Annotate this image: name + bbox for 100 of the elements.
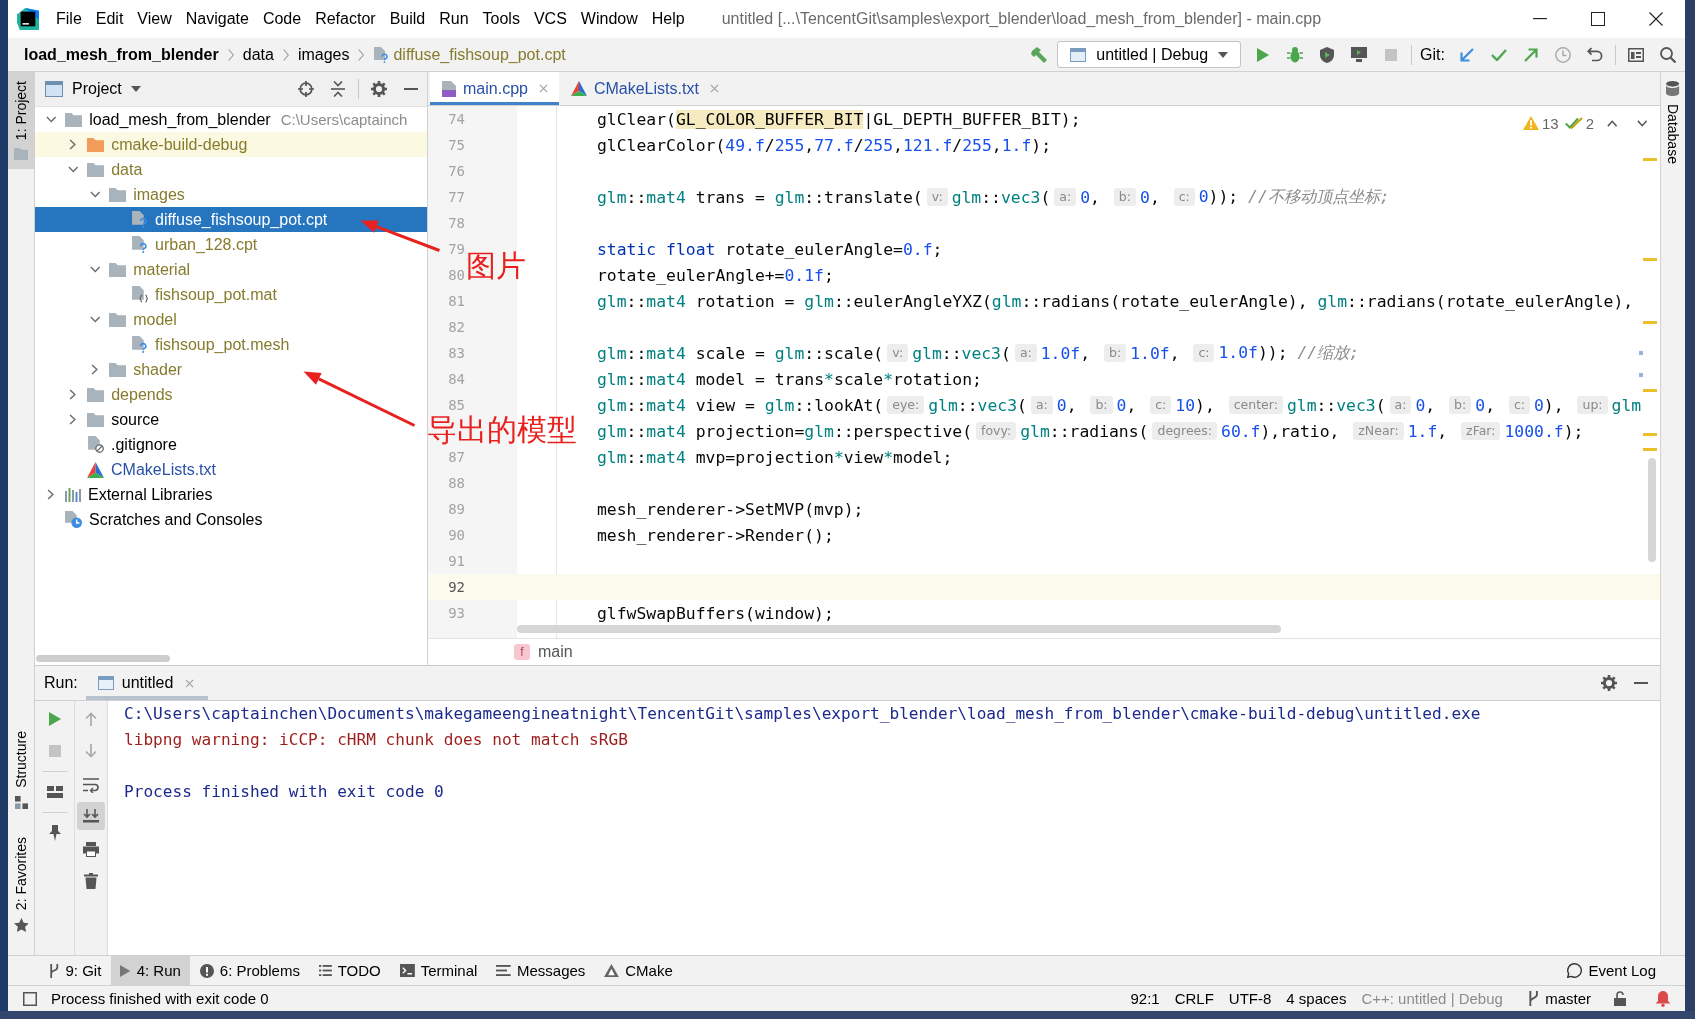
breadcrumb[interactable]: data — [240, 43, 276, 66]
tree-item[interactable]: cmake-build-debug — [35, 132, 427, 157]
menu-item[interactable]: Tools — [475, 6, 527, 32]
arrow-down-left-icon[interactable] — [1460, 47, 1474, 62]
maximize-icon[interactable] — [1591, 12, 1605, 26]
bug-icon[interactable] — [1287, 46, 1304, 63]
chevron-right-icon[interactable] — [69, 139, 77, 150]
tree-item[interactable]: fishsoup_pot.mat — [35, 282, 427, 307]
trash-icon[interactable] — [84, 873, 98, 889]
tree-item[interactable]: data — [35, 157, 427, 182]
chevron-down-icon[interactable] — [89, 266, 101, 273]
editor-tab[interactable]: CMakeLists.txt — [558, 72, 730, 105]
window-layout-icon[interactable] — [1628, 47, 1644, 62]
breadcrumb[interactable]: load_mesh_from_blender — [22, 43, 221, 66]
tool-window-button[interactable]: Event Log — [1558, 956, 1665, 985]
chevron-right-icon[interactable] — [47, 489, 55, 500]
status-item[interactable]: 4 spaces — [1286, 990, 1347, 1007]
tree-item[interactable]: model — [35, 307, 427, 332]
tool-window-button[interactable]: 9: Git — [40, 956, 111, 985]
run-tab[interactable]: untitled — [85, 666, 209, 700]
horizontal-scrollbar[interactable] — [517, 625, 1281, 633]
scroll-to-end-button[interactable] — [77, 802, 105, 830]
checkmark-icon[interactable] — [1491, 48, 1507, 61]
tool-window-button[interactable]: Messages — [487, 956, 595, 985]
tree-item[interactable]: Scratches and Consoles — [35, 507, 427, 532]
breadcrumb[interactable]: images — [295, 43, 352, 66]
layout-icon[interactable] — [46, 786, 63, 798]
settings-icon[interactable] — [371, 81, 387, 97]
caret-down-icon[interactable] — [1636, 119, 1648, 127]
breadcrumb[interactable]: main — [538, 643, 573, 661]
chevron-down-icon[interactable] — [89, 316, 101, 323]
tree-item[interactable]: depends — [35, 382, 427, 407]
tool-window-tab[interactable]: Database — [1661, 72, 1685, 173]
printer-icon[interactable] — [83, 841, 99, 857]
tree-item[interactable]: material — [35, 257, 427, 282]
chevron-right-icon[interactable] — [69, 389, 77, 400]
tool-window-tab[interactable]: Structure — [8, 722, 34, 818]
menu-item[interactable]: View — [130, 6, 179, 32]
tool-window-button[interactable]: TODO — [309, 956, 390, 985]
status-item[interactable]: master — [1527, 990, 1591, 1007]
menu-item[interactable]: Build — [382, 6, 433, 32]
tree-item[interactable]: fishsoup_pot.mesh — [35, 332, 427, 357]
chevron-down-icon[interactable] — [67, 166, 79, 173]
play-icon[interactable] — [48, 712, 61, 726]
vertical-scrollbar[interactable] — [1648, 458, 1656, 562]
menu-item[interactable]: Refactor — [308, 6, 383, 32]
pin-icon[interactable] — [47, 825, 62, 841]
settings-icon[interactable] — [1601, 675, 1617, 691]
tool-window-button[interactable]: 6: Problems — [190, 956, 309, 985]
run-configuration-dropdown[interactable]: untitled | Debug — [1057, 41, 1242, 68]
menu-item[interactable]: Window — [573, 6, 645, 32]
menu-item[interactable]: Help — [644, 6, 692, 32]
padlock-icon[interactable] — [1614, 991, 1626, 1006]
tree-item[interactable]: External Libraries — [35, 482, 427, 507]
editor-tab[interactable]: main.cpp — [430, 72, 559, 105]
soft-wrap-icon[interactable] — [83, 777, 99, 793]
status-item[interactable]: 92:1 — [1130, 990, 1160, 1007]
monitor-icon[interactable] — [1351, 47, 1368, 62]
tree-item[interactable]: diffuse_fishsoup_pot.cpt — [35, 207, 427, 232]
tool-window-button[interactable]: CMake — [595, 956, 682, 985]
shield-icon[interactable] — [1320, 46, 1335, 63]
tool-window-tab[interactable]: 1: Project — [8, 72, 34, 170]
status-item[interactable]: CRLF — [1174, 990, 1214, 1007]
chevron-right-icon[interactable] — [69, 414, 77, 425]
tree-item[interactable]: .gitignore — [35, 432, 427, 457]
close-icon[interactable] — [1649, 12, 1663, 26]
tree-item[interactable]: shader — [35, 357, 427, 382]
tree-item[interactable]: source — [35, 407, 427, 432]
tree-item[interactable]: images — [35, 182, 427, 207]
view-selector[interactable]: Project — [45, 80, 141, 98]
status-item[interactable]: UTF-8 — [1228, 990, 1272, 1007]
caret-up-icon[interactable] — [1606, 119, 1618, 127]
arrow-up-right-icon[interactable] — [1524, 47, 1538, 62]
chevron-right-icon[interactable] — [91, 364, 99, 375]
tree-item[interactable]: urban_128.cpt — [35, 232, 427, 257]
square-icon[interactable] — [23, 991, 37, 1006]
tree-item[interactable]: load_mesh_from_blender C:\Users\captainch — [35, 107, 427, 132]
undo-arrow-icon[interactable] — [1587, 47, 1603, 62]
collapse-all-icon[interactable] — [331, 81, 345, 97]
crosshair-icon[interactable] — [298, 81, 314, 97]
menu-item[interactable]: Navigate — [178, 6, 256, 32]
play-icon[interactable] — [1257, 47, 1270, 62]
tool-window-button[interactable]: Terminal — [390, 956, 487, 985]
menu-item[interactable]: Edit — [88, 6, 131, 32]
minimize-icon[interactable] — [1533, 18, 1547, 20]
menu-item[interactable]: File — [49, 6, 89, 32]
menu-item[interactable]: VCS — [526, 6, 574, 32]
weak-warnings-indicator[interactable]: 2 — [1564, 114, 1594, 132]
tree-item[interactable]: CMakeLists.txt — [35, 457, 427, 482]
breadcrumb[interactable]: diffuse_fishsoup_pot.cpt — [371, 43, 568, 66]
menu-item[interactable]: Code — [255, 6, 309, 32]
menu-item[interactable]: Run — [432, 6, 476, 32]
bell-icon[interactable] — [1655, 990, 1671, 1007]
chevron-down-icon[interactable] — [45, 116, 57, 123]
warnings-indicator[interactable]: 13 — [1522, 114, 1559, 132]
tool-window-button[interactable]: 4: Run — [111, 956, 190, 985]
horizontal-scrollbar[interactable] — [36, 655, 170, 662]
hammer-icon[interactable] — [1031, 46, 1048, 63]
search-icon[interactable] — [1660, 46, 1676, 63]
tool-window-tab[interactable]: 2: Favorites — [8, 827, 34, 941]
